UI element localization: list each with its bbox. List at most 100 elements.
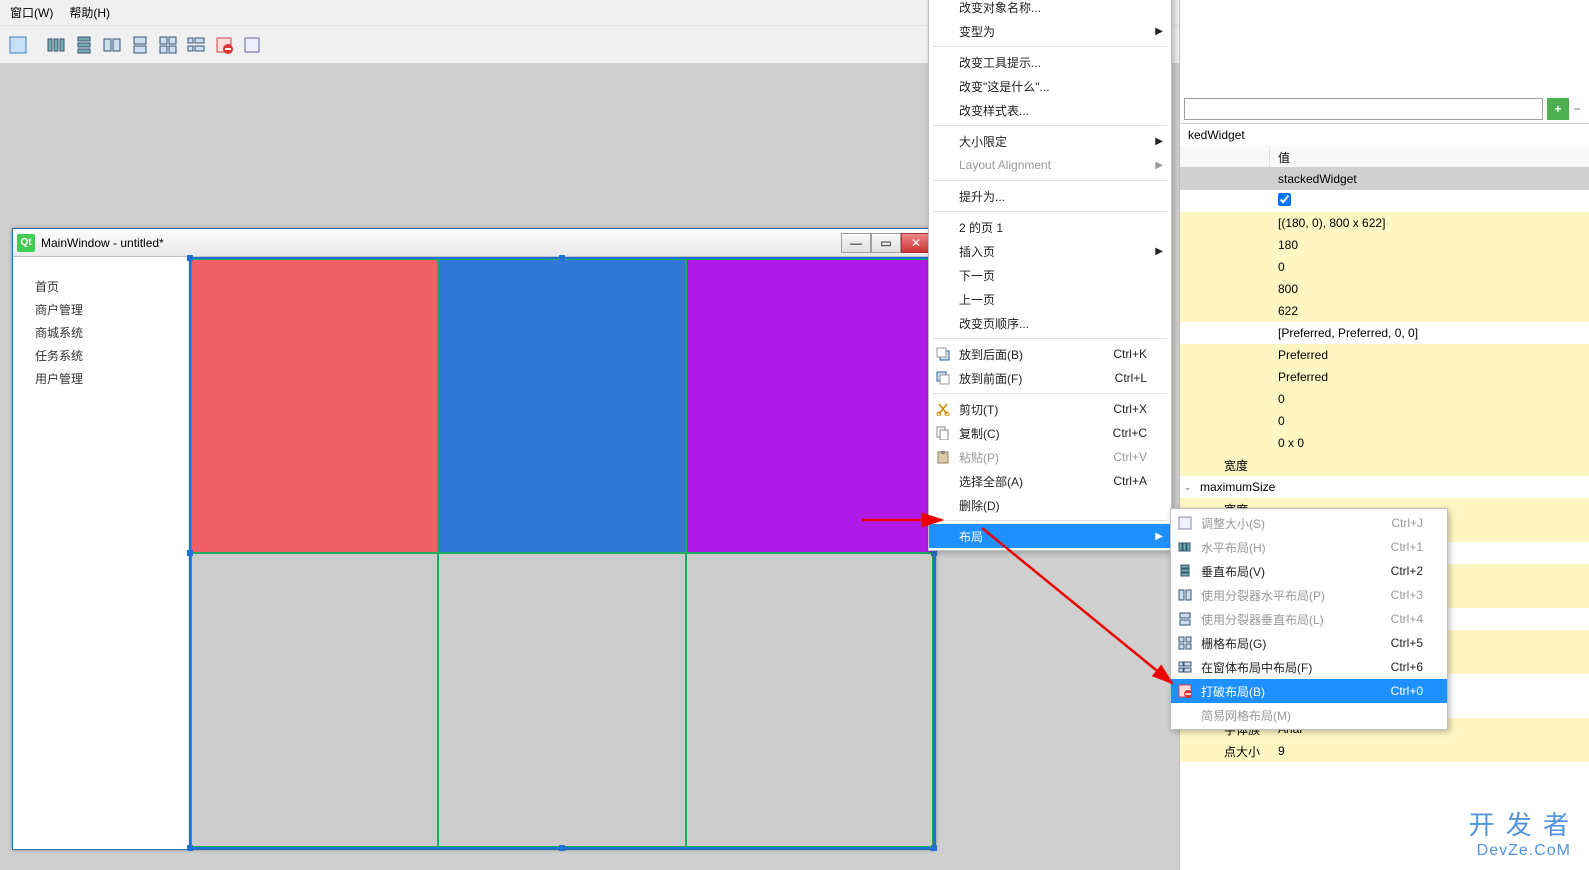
submenu-item-2[interactable]: 垂直布局(V)Ctrl+2 — [1171, 559, 1447, 583]
add-property-button[interactable]: + — [1547, 98, 1569, 120]
sidebar-item-mall[interactable]: 商城系统 — [13, 321, 188, 344]
ctx-item-16[interactable]: 改变页顺序... — [929, 311, 1171, 335]
sidebar-item-merchant[interactable]: 商户管理 — [13, 298, 188, 321]
prop-lower-0[interactable]: 宽度 — [1180, 454, 1589, 476]
grid-cell-6[interactable] — [686, 553, 933, 847]
chevron-right-icon: ▶ — [1155, 160, 1163, 171]
prop-checkbox[interactable] — [1278, 193, 1291, 206]
prop-row-10[interactable]: 0 — [1180, 388, 1589, 410]
copy-icon — [935, 425, 951, 441]
toolbar-icon-1[interactable] — [6, 33, 30, 57]
property-filter-input[interactable] — [1184, 98, 1543, 120]
prop-row-0[interactable]: stackedWidget — [1180, 168, 1589, 190]
watermark-cn: 开 发 者 — [1469, 805, 1571, 842]
ctx-item-18[interactable]: 放到后面(B)Ctrl+K — [929, 342, 1171, 366]
send-back-icon — [935, 346, 951, 362]
ctx-item-23: 粘贴(P)Ctrl+V — [929, 445, 1171, 469]
break-layout-icon[interactable] — [212, 33, 236, 57]
ctx-item-8: Layout Alignment▶ — [929, 153, 1171, 177]
prop-lower-1[interactable]: ⌄maximumSize — [1180, 476, 1589, 498]
ctx-item-25[interactable]: 删除(D) — [929, 493, 1171, 517]
chevron-right-icon: ▶ — [1155, 246, 1163, 257]
menu-window[interactable]: 窗口(W) — [10, 4, 53, 21]
ctx-item-14[interactable]: 下一页 — [929, 263, 1171, 287]
sidebar-item-task[interactable]: 任务系统 — [13, 344, 188, 367]
ctx-item-1[interactable]: 变型为▶ — [929, 19, 1171, 43]
ctx-item-4[interactable]: 改变"这是什么"... — [929, 74, 1171, 98]
window-minimize-button[interactable]: — — [841, 233, 871, 253]
prop-row-6[interactable]: 622 — [1180, 300, 1589, 322]
submenu-item-5[interactable]: 栅格布局(G)Ctrl+5 — [1171, 631, 1447, 655]
prop-row-3[interactable]: 180 — [1180, 234, 1589, 256]
prop-row-1[interactable] — [1180, 190, 1589, 212]
ctx-item-5[interactable]: 改变样式表... — [929, 98, 1171, 122]
break-icon — [1177, 683, 1193, 699]
ctx-item-13[interactable]: 插入页▶ — [929, 239, 1171, 263]
property-header-value: 值 — [1270, 146, 1298, 167]
hsplit-icon — [1177, 587, 1193, 603]
prop-row-8[interactable]: Preferred — [1180, 344, 1589, 366]
property-header-name — [1180, 146, 1270, 167]
window-maximize-button[interactable]: ▭ — [871, 233, 901, 253]
prop-row-7[interactable]: [Preferred, Preferred, 0, 0] — [1180, 322, 1589, 344]
grid-cell-4[interactable] — [191, 553, 438, 847]
prop-row-2[interactable]: [(180, 0), 800 x 622] — [1180, 212, 1589, 234]
ctx-item-10[interactable]: 提升为... — [929, 184, 1171, 208]
submenu-item-7[interactable]: 打破布局(B)Ctrl+0 — [1171, 679, 1447, 703]
prop-row-5[interactable]: 800 — [1180, 278, 1589, 300]
layout-submenu: 调整大小(S)Ctrl+J水平布局(H)Ctrl+1垂直布局(V)Ctrl+2使… — [1170, 508, 1448, 730]
ctx-item-0[interactable]: 改变对象名称... — [929, 0, 1171, 19]
prop-lower-13[interactable]: 点大小9 — [1180, 740, 1589, 762]
form-icon — [1177, 659, 1193, 675]
window-titlebar[interactable]: Qt MainWindow - untitled* — ▭ ✕ — [13, 229, 935, 257]
submenu-item-0: 调整大小(S)Ctrl+J — [1171, 511, 1447, 535]
prop-row-12[interactable]: 0 x 0 — [1180, 432, 1589, 454]
sidebar-item-user[interactable]: 用户管理 — [13, 367, 188, 390]
paste-icon — [935, 449, 951, 465]
ctx-item-22[interactable]: 复制(C)Ctrl+C — [929, 421, 1171, 445]
menu-help[interactable]: 帮助(H) — [69, 4, 110, 21]
prop-row-11[interactable]: 0 — [1180, 410, 1589, 432]
ctx-item-7[interactable]: 大小限定▶ — [929, 129, 1171, 153]
grid-icon[interactable] — [156, 33, 180, 57]
expand-icon[interactable]: ⌄ — [1184, 482, 1192, 493]
vsplit-icon[interactable] — [128, 33, 152, 57]
size-icon — [1177, 515, 1193, 531]
submenu-item-8: 简易网格布局(M) — [1171, 703, 1447, 727]
grid-cell-3[interactable] — [686, 259, 933, 553]
window-close-button[interactable]: ✕ — [901, 233, 931, 253]
adjust-size-icon[interactable] — [240, 33, 264, 57]
vlayout-icon[interactable] — [72, 33, 96, 57]
hlayout-icon — [1177, 539, 1193, 555]
ctx-item-15[interactable]: 上一页 — [929, 287, 1171, 311]
ctx-item-24[interactable]: 选择全部(A)Ctrl+A — [929, 469, 1171, 493]
hsplit-icon[interactable] — [100, 33, 124, 57]
stacked-widget[interactable] — [189, 257, 935, 849]
sidebar-item-home[interactable]: 首页 — [13, 275, 188, 298]
watermark-en: DevZe.CoM — [1469, 842, 1571, 860]
qt-logo-icon: Qt — [17, 234, 35, 252]
ctx-item-3[interactable]: 改变工具提示... — [929, 50, 1171, 74]
ctx-item-27[interactable]: 布局▶ — [929, 524, 1171, 548]
chevron-right-icon: ▶ — [1155, 136, 1163, 147]
submenu-item-6[interactable]: 在窗体布局中布局(F)Ctrl+6 — [1171, 655, 1447, 679]
property-panel: + − kedWidget 值 stackedWidget [(180, 0), … — [1179, 0, 1589, 870]
cut-icon — [935, 401, 951, 417]
form-icon[interactable] — [184, 33, 208, 57]
watermark: 开 发 者 DevZe.CoM — [1469, 805, 1571, 860]
prop-row-9[interactable]: Preferred — [1180, 366, 1589, 388]
chevron-right-icon: ▶ — [1155, 26, 1163, 37]
hlayout-icon[interactable] — [44, 33, 68, 57]
ctx-item-19[interactable]: 放到前面(F)Ctrl+L — [929, 366, 1171, 390]
grid-cell-1[interactable] — [191, 259, 438, 553]
chevron-right-icon: ▶ — [1155, 531, 1163, 542]
grid-cell-2[interactable] — [438, 259, 685, 553]
grid-cell-5[interactable] — [438, 553, 685, 847]
vsplit-icon — [1177, 611, 1193, 627]
grid-icon — [1177, 635, 1193, 651]
ctx-item-21[interactable]: 剪切(T)Ctrl+X — [929, 397, 1171, 421]
object-class-label: kedWidget — [1180, 124, 1589, 146]
prop-row-4[interactable]: 0 — [1180, 256, 1589, 278]
property-minus-button[interactable]: − — [1569, 102, 1585, 116]
ctx-item-12[interactable]: 2 的页 1 — [929, 215, 1171, 239]
